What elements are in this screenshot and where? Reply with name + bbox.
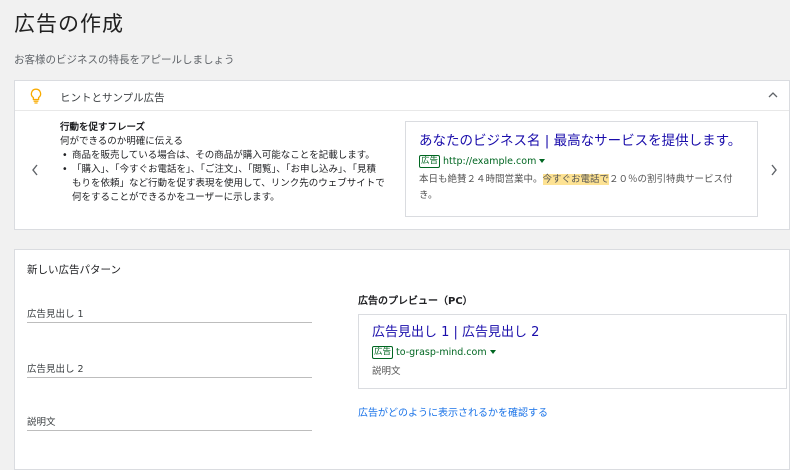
- tip-item: 商品を販売している場合は、その商品が購入可能なことを記載します。: [60, 149, 385, 163]
- sample-ad-url: http://example.com: [443, 155, 537, 167]
- tip-item: 「購入」、「今すぐお電話を」、「ご注文」、「閲覧」、「お申し込み」、「見積もりを…: [60, 163, 385, 205]
- hints-panel: ヒントとサンプル広告 行動を促すフレーズ 何ができるのか明確に伝える 商品を販売…: [14, 80, 790, 230]
- pattern-title: 新しい広告パターン: [27, 264, 121, 276]
- desc-highlight: 今すぐお電話で: [542, 174, 610, 185]
- hints-title: ヒントとサンプル広告: [60, 92, 165, 104]
- headline-1-field[interactable]: 広告見出し 1: [27, 303, 312, 323]
- ad-badge: 広告: [419, 154, 441, 168]
- ad-preview: 広告見出し 1 | 広告見出し 2 広告 to-grasp-mind.com 説…: [358, 314, 787, 389]
- sample-ad-description: 本日も絶賛２４時間営業中。今すぐお電話で２０％の割引特典サービス付き。: [419, 172, 744, 204]
- preview-heading: 広告のプレビュー（PC）: [358, 296, 473, 307]
- caret-down-icon: [539, 159, 546, 163]
- chevron-up-icon[interactable]: [767, 89, 779, 101]
- field-label: 広告見出し 2: [27, 364, 84, 375]
- tip-block: 行動を促すフレーズ 何ができるのか明確に伝える 商品を販売している場合は、その商…: [60, 121, 385, 205]
- tip-heading: 行動を促すフレーズ: [60, 122, 146, 133]
- sample-ad-url-row: 広告 http://example.com: [419, 154, 744, 168]
- sample-ad: あなたのビジネス名 | 最高なサービスを提供します。 広告 http://exa…: [405, 121, 758, 217]
- caret-down-icon: [489, 350, 496, 354]
- sample-ad-headline: あなたのビジネス名 | 最高なサービスを提供します。: [419, 133, 742, 149]
- chevron-left-icon[interactable]: [30, 163, 40, 177]
- preview-url: to-grasp-mind.com: [396, 346, 487, 358]
- tip-list: 商品を販売している場合は、その商品が購入可能なことを記載します。 「購入」、「今…: [60, 149, 385, 205]
- ad-pattern-panel: 新しい広告パターン 広告見出し 1 広告見出し 2 説明文 広告のプレビュー（P…: [14, 249, 790, 470]
- field-label: 広告見出し 1: [27, 309, 84, 320]
- page-subtitle: お客様のビジネスの特長をアピールしましょう: [14, 54, 235, 66]
- preview-display-link[interactable]: 広告がどのように表示されるかを確認する: [358, 404, 548, 419]
- field-label: 説明文: [27, 417, 56, 428]
- headline-2-field[interactable]: 広告見出し 2: [27, 358, 312, 378]
- desc-text: 本日も絶賛２４時間営業中。: [419, 174, 543, 185]
- tip-intro: 何ができるのか明確に伝える: [60, 136, 184, 147]
- hints-header[interactable]: ヒントとサンプル広告: [15, 81, 789, 111]
- preview-description: 説明文: [372, 366, 401, 377]
- description-field[interactable]: 説明文: [27, 411, 312, 431]
- ad-badge: 広告: [372, 345, 394, 359]
- chevron-right-icon[interactable]: [769, 163, 779, 177]
- lightbulb-icon: [30, 88, 42, 104]
- preview-headline: 広告見出し 1 | 広告見出し 2: [372, 325, 540, 340]
- preview-url-row: 広告 to-grasp-mind.com: [372, 345, 773, 359]
- page-title: 広告の作成: [14, 12, 124, 36]
